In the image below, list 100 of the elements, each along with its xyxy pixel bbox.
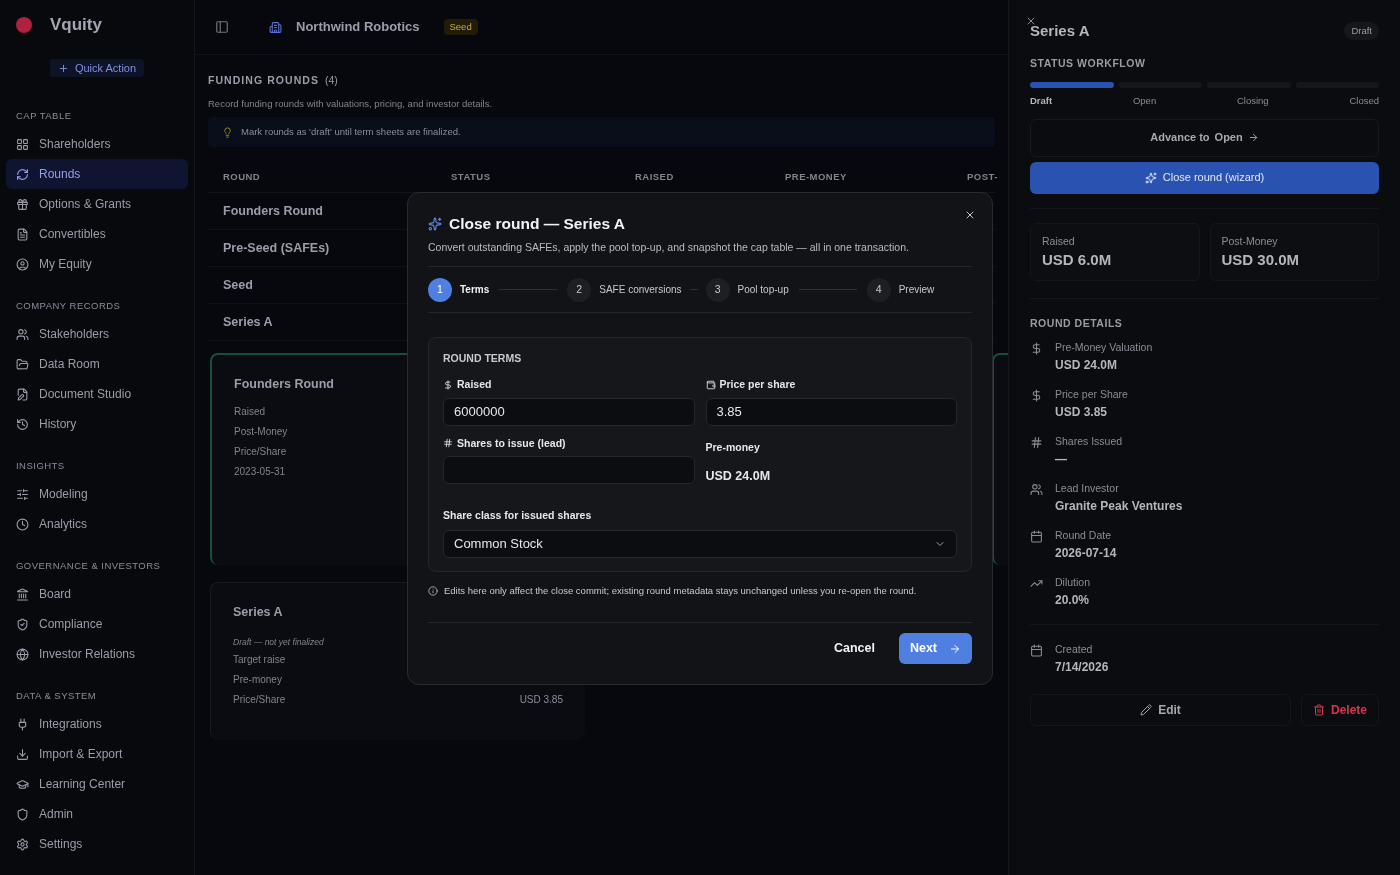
wizard-step[interactable]: 3 Pool top-up [705,277,789,302]
nav-icon [16,647,29,661]
workflow-stage[interactable]: Draft [1030,94,1053,109]
card-label: Raised [234,404,266,419]
round-name[interactable]: Pre-Seed (SAFEs) [223,238,330,258]
quick-action-button[interactable]: Quick Action [49,59,145,77]
sidebar-item[interactable]: Settings [6,829,188,859]
sparkles-icon [1144,171,1157,184]
nav-icon [16,587,29,601]
card-label: Price/Share [234,444,287,459]
field-label: Shares to issue (lead) [457,435,566,451]
detail-label: Shares Issued [1055,434,1123,450]
sidebar-item[interactable]: Document Studio [6,379,188,409]
column-header: RAISED [635,170,674,182]
nav-icon [16,777,29,791]
detail-value: 2026-07-14 [1055,545,1117,562]
sidebar-item[interactable]: Board [6,579,188,609]
detail-label: Price per Share [1055,387,1128,403]
column-header: PRE-MONEY [785,170,847,182]
detail-value: — [1055,451,1067,468]
wizard-step[interactable]: 2 SAFE conversions [567,277,682,302]
nav-icon [16,257,29,271]
nav-icon [16,747,29,761]
sparkles-icon [428,216,442,231]
nav-icon [16,357,29,371]
round-name[interactable]: Founders Round [223,201,323,221]
sidebar-toggle-icon[interactable] [215,20,229,34]
sidebar-item[interactable]: Integrations [6,709,188,739]
hash-icon [443,438,453,449]
sidebar-item[interactable]: Shareholders [6,129,188,159]
share-class-select[interactable]: Common Stock [443,529,957,558]
price-field[interactable]: 3.85 [705,397,957,426]
detail-value: USD 24.0M [1055,357,1118,374]
sidebar-item[interactable]: Import & Export [6,739,188,769]
round-name[interactable]: Series A [223,312,273,332]
sidebar-item[interactable]: Data Room [6,349,188,379]
sidebar-item[interactable]: Investor Relations [6,639,188,669]
sidebar-item[interactable]: Modeling [6,479,188,509]
round-name[interactable]: Seed [223,275,253,295]
nav-icon [16,487,29,501]
dialog-title: Close round — Series A [449,214,625,234]
nav-icon [16,717,29,731]
detail-value: 7/14/2026 [1055,659,1109,676]
column-header: ROUND [223,170,261,182]
stat-value: USD 6.0M [1042,250,1112,271]
pre-money-value: USD 24.0M [705,468,771,486]
section-heading: INSIGHTS [16,458,65,473]
wallet-icon [705,379,716,390]
delete-button[interactable]: Delete [1301,694,1379,727]
workflow-stage[interactable]: Closed [1349,94,1379,109]
sidebar-item[interactable]: My Equity [6,249,188,279]
section-heading: STATUS WORKFLOW [1030,55,1146,71]
detail-icon [1030,483,1043,497]
edit-button[interactable]: Edit [1030,694,1291,727]
close-icon[interactable] [964,209,976,221]
sidebar-item[interactable]: Convertibles [6,219,188,249]
card-title: Series A [233,604,283,621]
sidebar-item[interactable]: Admin [6,799,188,829]
section-heading: CAP TABLE [16,108,72,123]
card-label: Pre-money [233,672,282,687]
company-name: Northwind Robotics [296,18,420,37]
card-label: Target raise [233,652,286,667]
sidebar-item[interactable]: Stakeholders [6,319,188,349]
wizard-step[interactable]: 1 Terms [428,277,490,302]
sidebar-item[interactable]: Compliance [6,609,188,639]
wizard-step[interactable]: 4 Preview [866,277,935,302]
detail-label: Created [1055,642,1093,658]
nav-icon [16,517,29,531]
sidebar-item[interactable]: Rounds [6,159,188,189]
sidebar-item[interactable]: History [6,409,188,439]
tip-text: Mark rounds as 'draft' until term sheets are finalized. [241,124,461,139]
workflow-stage[interactable]: Open [1132,94,1157,109]
raised-field[interactable]: 6000000 [443,397,695,426]
page-title: FUNDING ROUNDS [208,73,319,88]
stat-value: USD 30.0M [1221,250,1300,271]
sidebar-item[interactable]: Options & Grants [6,189,188,219]
section-heading: ROUND DETAILS [1030,315,1123,331]
cancel-button[interactable]: Cancel [833,639,875,658]
next-button[interactable]: Next [898,633,972,664]
detail-icon [1030,342,1043,356]
detail-icon [1030,436,1043,450]
close-icon[interactable] [1025,15,1037,27]
trash-icon [1313,704,1325,717]
sidebar-item[interactable]: Analytics [6,509,188,539]
sidebar-item[interactable]: Learning Center [6,769,188,799]
lightbulb-icon [222,126,233,138]
detail-icon [1030,530,1043,544]
workflow-stage[interactable]: Closing [1236,94,1269,109]
plus-icon [57,62,69,74]
detail-label: Pre-Money Valuation [1055,340,1153,356]
nav-icon [16,417,29,431]
status-badge: Draft [1344,22,1379,41]
advance-button[interactable]: Advance to Open [1030,118,1379,157]
shares-field[interactable] [443,456,695,485]
dollar-icon [443,379,453,390]
panel-title: Series A [1030,21,1090,41]
calendar-icon [1030,644,1043,658]
close-round-button[interactable]: Close round (wizard) [1030,161,1379,194]
section-heading: ROUND TERMS [443,351,522,366]
card-title: Founders Round [234,376,334,393]
